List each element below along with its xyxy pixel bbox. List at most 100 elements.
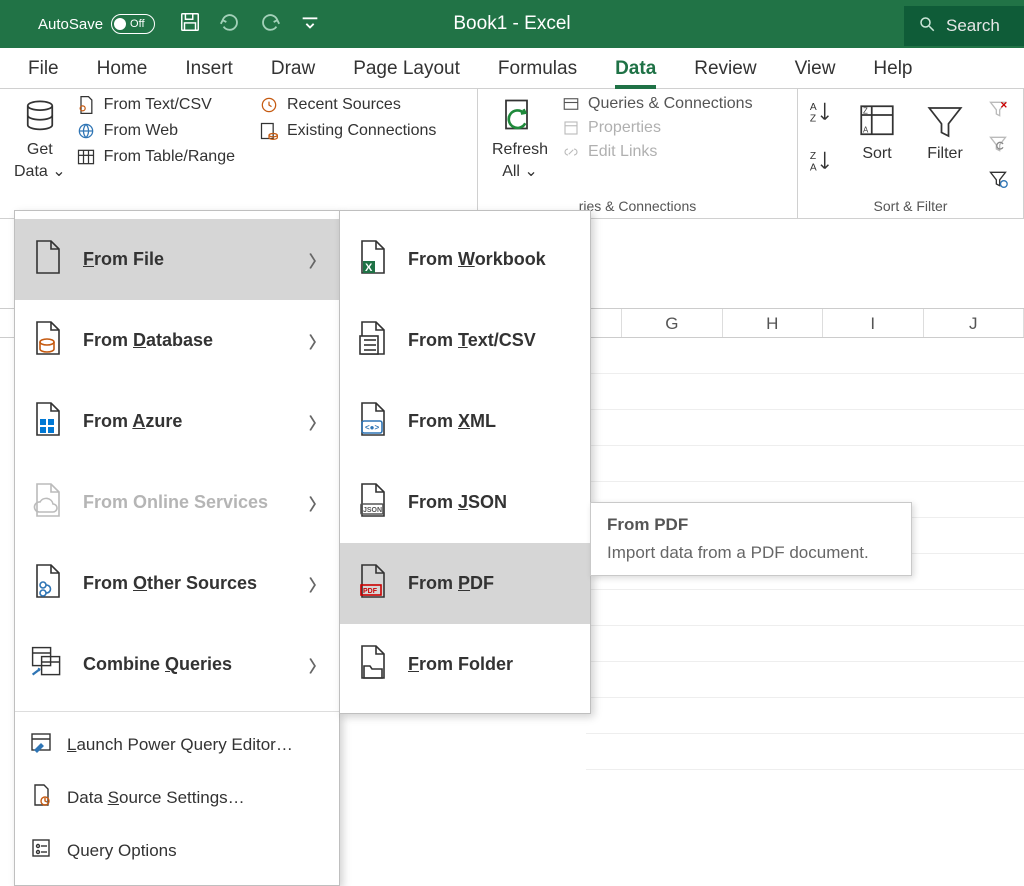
edit-links-button: Edit Links <box>562 143 753 161</box>
group-queries-connections: Refresh All ⌄ Queries & Connections Prop… <box>478 89 798 218</box>
sort-asc-icon[interactable]: AZ <box>808 99 834 130</box>
customize-qat-icon[interactable] <box>299 11 321 38</box>
col-header[interactable]: H <box>723 309 823 337</box>
submenu-item-from-workbook[interactable]: X From Workbook <box>340 219 590 300</box>
chevron-down-icon: ⌄ <box>52 163 65 180</box>
toggle-knob <box>114 18 126 30</box>
from-web-button[interactable]: From Web <box>76 121 235 141</box>
chevron-right-icon: 〉 <box>309 329 325 353</box>
tab-home[interactable]: Home <box>97 58 148 80</box>
sort-desc-icon[interactable]: ZA <box>808 148 834 179</box>
azure-icon <box>29 399 65 444</box>
properties-button: Properties <box>562 119 753 137</box>
col-header[interactable]: J <box>924 309 1024 337</box>
tab-help[interactable]: Help <box>873 58 912 80</box>
reapply-icon[interactable] <box>988 134 1008 159</box>
ribbon: Get Data ⌄ From Text/CSV From Web From T… <box>0 89 1024 219</box>
chevron-right-icon: 〉 <box>309 410 325 434</box>
menu-item-label: Combine Queries <box>83 654 232 675</box>
chevron-down-icon: ⌄ <box>524 163 537 180</box>
get-data-button[interactable]: Get Data ⌄ <box>10 95 70 183</box>
tooltip: From PDF Import data from a PDF document… <box>590 502 912 576</box>
menu-item-label: From File <box>83 249 164 270</box>
svg-text:JSON: JSON <box>363 507 382 514</box>
title-bar: AutoSave Off Book1 - Excel Search <box>0 0 1024 48</box>
menu-item-query-options[interactable]: Query Options <box>15 824 339 877</box>
menu-item-label: From PDF <box>408 573 494 594</box>
svg-text:Z: Z <box>810 151 816 162</box>
advanced-filter-icon[interactable] <box>988 169 1008 194</box>
get-data-items-col2: Recent Sources Existing Connections <box>259 95 436 183</box>
chevron-right-icon: 〉 <box>309 653 325 677</box>
menu-item-from-azure[interactable]: From Azure 〉 <box>15 381 339 462</box>
tab-view[interactable]: View <box>795 58 836 80</box>
col-header[interactable]: I <box>823 309 923 337</box>
menu-item-from-file[interactable]: From File〉 <box>15 219 339 300</box>
svg-text:A: A <box>863 126 869 135</box>
online-icon <box>29 480 65 525</box>
menu-item-label: From Other Sources <box>83 573 257 594</box>
submenu-item-from-xml[interactable]: <●>From XML <box>340 381 590 462</box>
menu-item-from-database[interactable]: From Database〉 <box>15 300 339 381</box>
tab-data[interactable]: Data <box>615 58 656 80</box>
csv-icon <box>354 318 390 363</box>
svg-text:Z: Z <box>810 113 816 124</box>
dss-icon <box>29 783 53 812</box>
menu-item-from-online-services: From Online Services〉 <box>15 462 339 543</box>
menu-item-label: From Azure <box>83 411 182 432</box>
get-data-menu: From File〉From Database〉From Azure〉From … <box>14 210 340 886</box>
menu-item-label: Data Source Settings… <box>67 788 245 808</box>
tab-draw[interactable]: Draw <box>271 58 315 80</box>
recent-sources-button[interactable]: Recent Sources <box>259 95 436 115</box>
sort-button[interactable]: ZA Sort <box>852 99 902 165</box>
clear-filter-icon[interactable] <box>988 99 1008 124</box>
tab-review[interactable]: Review <box>694 58 756 80</box>
menu-item-data-source-settings-[interactable]: Data Source Settings… <box>15 771 339 824</box>
search-box[interactable]: Search <box>904 6 1024 46</box>
save-icon[interactable] <box>179 11 201 38</box>
col-header[interactable]: G <box>622 309 722 337</box>
svg-text:A: A <box>810 162 817 173</box>
undo-icon[interactable] <box>219 11 241 38</box>
menu-item-combine-queries[interactable]: Combine Queries 〉 <box>15 624 339 705</box>
submenu-item-from-text-csv[interactable]: From Text/CSV <box>340 300 590 381</box>
group-sort-filter: AZ ZA ZA Sort Filter Sort & Filter <box>798 89 1024 218</box>
from-file-submenu: XFrom WorkbookFrom Text/CSV<●>From XMLJS… <box>339 210 591 714</box>
tab-formulas[interactable]: Formulas <box>498 58 577 80</box>
opts-icon <box>29 836 53 865</box>
get-data-label2: Data <box>14 163 48 180</box>
ribbon-tabs: File Home Insert Draw Page Layout Formul… <box>0 48 1024 89</box>
refresh-all-button[interactable]: Refresh All ⌄ <box>488 95 552 183</box>
menu-item-label: Query Options <box>67 841 177 861</box>
get-data-label1: Get <box>27 141 53 159</box>
queries-connections-button[interactable]: Queries & Connections <box>562 95 753 113</box>
menu-item-from-other-sources[interactable]: From Other Sources〉 <box>15 543 339 624</box>
tooltip-body: Import data from a PDF document. <box>607 543 895 563</box>
existing-connections-button[interactable]: Existing Connections <box>259 121 436 141</box>
svg-text:PDF: PDF <box>363 588 378 595</box>
redo-icon[interactable] <box>259 11 281 38</box>
autosave-label: AutoSave <box>38 16 103 33</box>
file-icon <box>29 237 65 282</box>
from-text-csv-button[interactable]: From Text/CSV <box>76 95 235 115</box>
menu-item-label: From JSON <box>408 492 507 513</box>
tab-file[interactable]: File <box>28 58 59 80</box>
tab-page-layout[interactable]: Page Layout <box>353 58 460 80</box>
wb-icon: X <box>354 237 390 282</box>
autosave-control[interactable]: AutoSave Off <box>38 14 155 34</box>
menu-item-label: From Workbook <box>408 249 546 270</box>
group-label-sort: Sort & Filter <box>808 196 1013 214</box>
from-table-range-button[interactable]: From Table/Range <box>76 147 235 167</box>
submenu-item-from-json[interactable]: JSON From JSON <box>340 462 590 543</box>
search-icon <box>918 15 936 38</box>
autosave-toggle[interactable]: Off <box>111 14 155 34</box>
other-icon <box>29 561 65 606</box>
submenu-item-from-pdf[interactable]: PDF From PDF <box>340 543 590 624</box>
filter-button[interactable]: Filter <box>920 99 970 165</box>
tab-insert[interactable]: Insert <box>185 58 233 80</box>
menu-item-label: From Folder <box>408 654 513 675</box>
menu-item-launch-power-query-editor-[interactable]: Launch Power Query Editor… <box>15 718 339 771</box>
search-placeholder: Search <box>946 16 1000 36</box>
get-data-items-col1: From Text/CSV From Web From Table/Range <box>76 95 235 183</box>
submenu-item-from-folder[interactable]: From Folder <box>340 624 590 705</box>
